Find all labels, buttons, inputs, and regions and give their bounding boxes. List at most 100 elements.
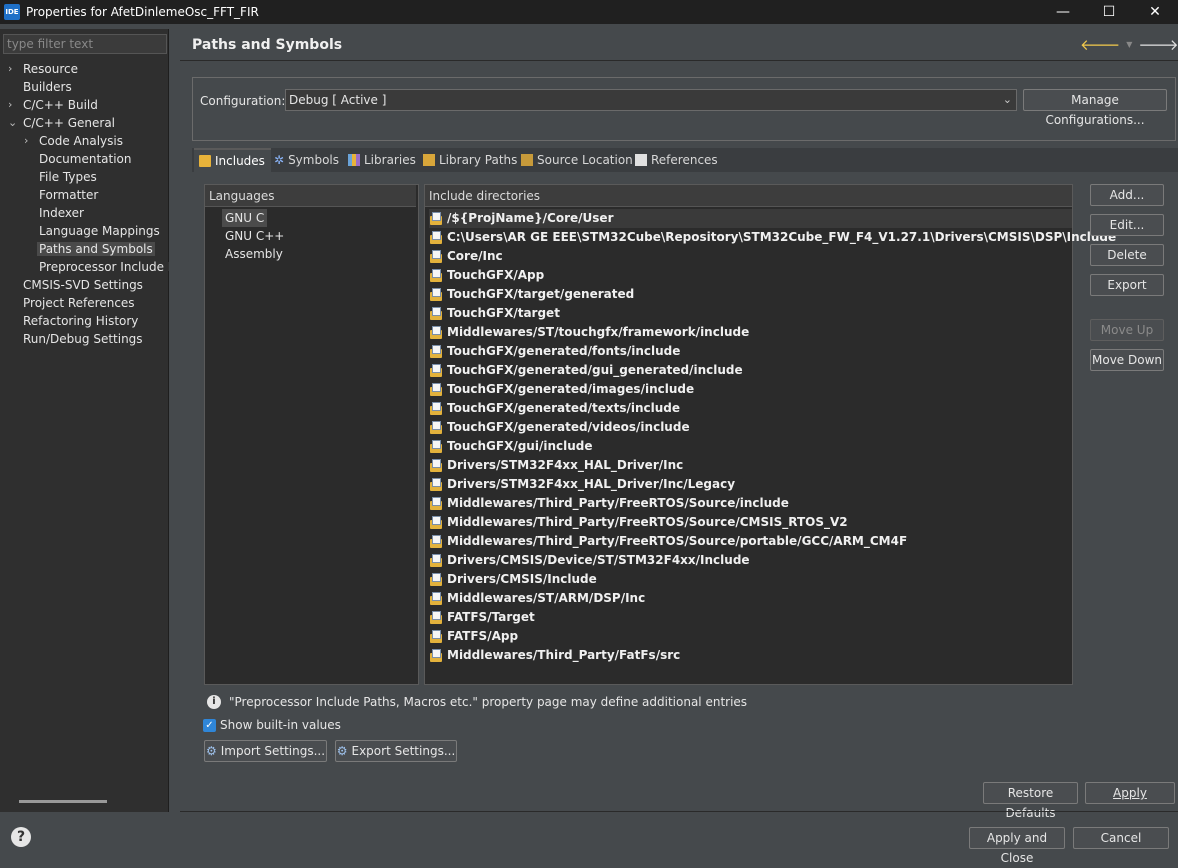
tab-references[interactable]: References	[635, 148, 718, 172]
tree-item-language-mappings[interactable]: Language Mappings	[39, 222, 160, 240]
list-item[interactable]: TouchGFX/App	[429, 266, 544, 285]
include-path: /${ProjName}/Core/User	[447, 211, 614, 225]
delete-button[interactable]: Delete	[1090, 244, 1164, 266]
move-up-button[interactable]: Move Up	[1090, 319, 1164, 341]
tree-item-project-references[interactable]: Project References	[23, 294, 135, 312]
close-button[interactable]: ✕	[1132, 0, 1178, 24]
add-button[interactable]: Add...	[1090, 184, 1164, 206]
languages-header[interactable]: Languages	[205, 185, 416, 207]
arrow-left-icon[interactable]: 🡐	[1080, 35, 1120, 54]
minimize-button[interactable]: —	[1040, 0, 1086, 24]
list-item[interactable]: Middlewares/Third_Party/FreeRTOS/Source/…	[429, 532, 907, 551]
tree-item-label: Resource	[23, 62, 79, 76]
restore-defaults-button[interactable]: Restore Defaults	[983, 782, 1078, 820]
include-directories-list[interactable]: Include directories /${ProjName}/Core/Us…	[424, 184, 1116, 685]
arrow-right-icon[interactable]: 🡒	[1138, 35, 1178, 54]
tree-item-code-analysis[interactable]: › Code Analysis	[24, 132, 123, 150]
help-icon[interactable]: ?	[11, 827, 31, 847]
list-item[interactable]: Drivers/STM32F4xx_HAL_Driver/Inc/Legacy	[429, 475, 735, 494]
tab-symbols[interactable]: ✲ Symbols	[274, 148, 339, 172]
export-button[interactable]: Export	[1090, 274, 1164, 296]
include-path: Drivers/CMSIS/Include	[447, 572, 597, 586]
tab-label: Libraries	[364, 153, 416, 167]
tab-includes[interactable]: Includes	[194, 148, 271, 172]
tree-item-label: Indexer	[39, 206, 84, 220]
cancel-button[interactable]: Cancel	[1073, 827, 1169, 849]
manage-configurations-button[interactable]: Manage Configurations...	[1023, 89, 1167, 127]
list-item[interactable]: Middlewares/Third_Party/FatFs/src	[429, 646, 680, 665]
tree-item-indexer[interactable]: Indexer	[39, 204, 84, 222]
tab-label: Includes	[215, 154, 265, 168]
list-item[interactable]: C:\Users\AR GE EEE\STM32Cube\Repository\…	[429, 228, 1116, 247]
chevron-down-icon[interactable]: ▼	[1126, 40, 1132, 49]
list-item[interactable]: TouchGFX/generated/videos/include	[429, 418, 690, 437]
show-builtin-values-checkbox[interactable]: ✓ Show built-in values	[203, 718, 341, 732]
chevron-down-icon[interactable]: ⌄	[8, 114, 20, 132]
tree-item-cpp-general[interactable]: ⌄ C/C++ General	[8, 114, 115, 132]
title-bar: IDE Properties for AfetDinlemeOsc_FFT_FI…	[0, 0, 1178, 24]
horizontal-scrollbar[interactable]	[19, 800, 107, 803]
tree-item-cmsis-svd[interactable]: CMSIS-SVD Settings	[23, 276, 143, 294]
include-folder-icon	[429, 553, 443, 568]
language-assembly[interactable]: Assembly	[225, 245, 283, 263]
tab-library-paths[interactable]: Library Paths	[423, 148, 517, 172]
chevron-down-icon[interactable]: ⌄	[1003, 90, 1012, 110]
include-folder-icon	[429, 211, 443, 226]
filter-input[interactable]	[3, 34, 167, 54]
export-settings-button[interactable]: ⚙ Export Settings...	[335, 740, 457, 762]
tree-item-file-types[interactable]: File Types	[39, 168, 97, 186]
list-item[interactable]: Middlewares/ST/touchgfx/framework/includ…	[429, 323, 749, 342]
list-item[interactable]: TouchGFX/generated/images/include	[429, 380, 694, 399]
tree-item-label: CMSIS-SVD Settings	[23, 278, 143, 292]
list-item[interactable]: Core/Inc	[429, 247, 503, 266]
list-item[interactable]: Middlewares/Third_Party/FreeRTOS/Source/…	[429, 494, 789, 513]
chevron-right-icon[interactable]: ›	[8, 60, 20, 78]
include-directories-header[interactable]: Include directories	[425, 185, 1072, 207]
languages-list[interactable]: Languages GNU C GNU C++ Assembly	[204, 184, 419, 685]
include-path: TouchGFX/generated/videos/include	[447, 420, 690, 434]
tree-item-resource[interactable]: › Resource	[8, 60, 79, 78]
list-item[interactable]: /${ProjName}/Core/User	[429, 209, 1072, 228]
tree-item-label: Refactoring History	[23, 314, 139, 328]
chevron-right-icon[interactable]: ›	[24, 132, 36, 150]
tree-item-documentation[interactable]: Documentation	[39, 150, 132, 168]
tree-item-paths-and-symbols[interactable]: Paths and Symbols	[37, 240, 155, 258]
tab-source-location[interactable]: Source Location	[521, 148, 633, 172]
list-item[interactable]: TouchGFX/generated/fonts/include	[429, 342, 680, 361]
include-folder-icon	[429, 325, 443, 340]
import-settings-button[interactable]: ⚙ Import Settings...	[204, 740, 327, 762]
tree-item-label: Code Analysis	[39, 134, 123, 148]
tree-item-run-debug-settings[interactable]: Run/Debug Settings	[23, 330, 143, 348]
language-gnu-c[interactable]: GNU C	[222, 209, 268, 227]
tree-item-preprocessor-include[interactable]: Preprocessor Include Pat	[39, 258, 169, 276]
list-item[interactable]: TouchGFX/target/generated	[429, 285, 634, 304]
tree-item-cpp-build[interactable]: › C/C++ Build	[8, 96, 98, 114]
checkbox-checked-icon[interactable]: ✓	[203, 718, 216, 732]
configuration-select[interactable]: Debug [ Active ] ⌄	[285, 89, 1017, 111]
list-item[interactable]: Middlewares/Third_Party/FreeRTOS/Source/…	[429, 513, 848, 532]
list-item[interactable]: FATFS/Target	[429, 608, 535, 627]
apply-button[interactable]: Apply	[1085, 782, 1175, 804]
tree-item-formatter[interactable]: Formatter	[39, 186, 98, 204]
list-item[interactable]: Drivers/STM32F4xx_HAL_Driver/Inc	[429, 456, 683, 475]
apply-and-close-button[interactable]: Apply and Close	[969, 827, 1065, 865]
list-item[interactable]: TouchGFX/generated/texts/include	[429, 399, 680, 418]
include-path: Core/Inc	[447, 249, 503, 263]
language-gnu-cpp[interactable]: GNU C++	[225, 227, 284, 245]
list-item[interactable]: Drivers/CMSIS/Device/ST/STM32F4xx/Includ…	[429, 551, 750, 570]
tree-item-refactoring-history[interactable]: Refactoring History	[23, 312, 138, 330]
library-paths-icon	[423, 154, 435, 166]
list-item[interactable]: Drivers/CMSIS/Include	[429, 570, 597, 589]
list-item[interactable]: Middlewares/ST/ARM/DSP/Inc	[429, 589, 645, 608]
list-item[interactable]: TouchGFX/gui/include	[429, 437, 593, 456]
list-item[interactable]: TouchGFX/target	[429, 304, 560, 323]
maximize-button[interactable]: ☐	[1086, 0, 1132, 24]
list-item[interactable]: TouchGFX/generated/gui_generated/include	[429, 361, 743, 380]
move-down-button[interactable]: Move Down	[1090, 349, 1164, 371]
tab-libraries[interactable]: Libraries	[348, 148, 416, 172]
include-path: TouchGFX/generated/fonts/include	[447, 344, 681, 358]
tree-item-builders[interactable]: Builders	[23, 78, 72, 96]
chevron-right-icon[interactable]: ›	[8, 96, 20, 114]
edit-button[interactable]: Edit...	[1090, 214, 1164, 236]
list-item[interactable]: FATFS/App	[429, 627, 518, 646]
